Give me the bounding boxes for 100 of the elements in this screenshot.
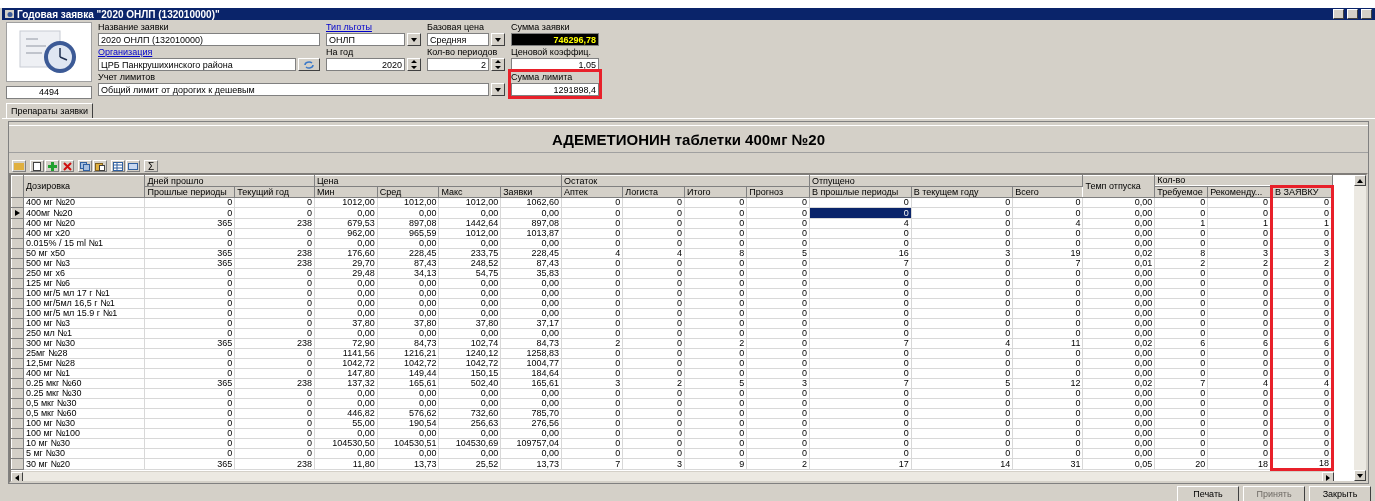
table-cell: 0 [561, 428, 623, 439]
toolbar-button[interactable] [30, 160, 44, 172]
table-cell: 0 [911, 438, 1013, 449]
table-cell: 0 [144, 428, 235, 439]
column-header[interactable]: Итого [684, 186, 747, 198]
row-selector[interactable] [11, 338, 24, 349]
field-link[interactable]: Тип льготы [326, 22, 421, 33]
toolbar-button[interactable] [78, 160, 92, 172]
input-field[interactable]: 2020 [326, 58, 405, 71]
column-header[interactable]: В ЗАЯВКУ [1271, 186, 1333, 198]
input-field[interactable]: 2020 ОНЛП (132010000) [98, 33, 320, 46]
table-cell: 0,00 [377, 398, 439, 409]
row-selector[interactable] [11, 408, 24, 419]
table-cell: 0,00 [1082, 418, 1155, 429]
dropdown-button[interactable] [407, 33, 421, 46]
column-header[interactable]: Требуемое [1154, 186, 1208, 198]
spin-button[interactable] [407, 58, 421, 71]
table-cell: 0 [561, 298, 623, 309]
table-cell: 0,00 [1082, 288, 1155, 299]
row-selector[interactable] [11, 248, 24, 259]
input-field[interactable]: 1291898,4 [511, 83, 599, 96]
row-selector[interactable] [11, 458, 24, 470]
column-header[interactable]: Темп отпуска [1082, 175, 1155, 198]
table-cell: 0 [809, 228, 912, 239]
toolbar-button[interactable] [93, 160, 107, 172]
column-header[interactable]: Прошлые периоды [144, 186, 235, 198]
column-header[interactable]: Прогноз [746, 186, 810, 198]
row-selector[interactable] [11, 388, 24, 399]
row-selector[interactable] [11, 258, 24, 269]
row-selector[interactable] [11, 308, 24, 319]
table-icon [113, 161, 123, 171]
column-header[interactable]: Логиста [622, 186, 685, 198]
table-cell: 0 [1012, 278, 1083, 289]
table-cell: 0,00 [1082, 228, 1155, 239]
row-selector[interactable] [11, 368, 24, 379]
input-field[interactable]: 2 [427, 58, 489, 71]
row-selector[interactable] [11, 318, 24, 329]
tab[interactable]: Препараты заявки [6, 103, 93, 118]
action-button[interactable]: Печать [1177, 486, 1239, 501]
input-field[interactable]: Средняя [427, 33, 489, 46]
table-cell: 7 [1154, 378, 1208, 389]
row-selector[interactable] [11, 418, 24, 429]
row-selector[interactable] [11, 428, 24, 439]
table-cell: 0 [684, 348, 747, 359]
column-header[interactable]: Заявки [500, 186, 562, 198]
sum-button[interactable]: Σ [144, 160, 158, 172]
action-button[interactable]: Закрыть [1309, 486, 1371, 501]
table-cell: 1216,21 [377, 348, 439, 359]
table-cell: 0 [684, 228, 747, 239]
row-pointer[interactable] [11, 207, 24, 219]
table-cell: 7 [561, 458, 623, 470]
row-selector[interactable] [11, 438, 24, 449]
column-header[interactable]: Аптек [561, 186, 623, 198]
column-header[interactable]: Сред [377, 186, 439, 198]
row-selector[interactable] [11, 328, 24, 339]
row-selector[interactable] [11, 268, 24, 279]
toolbar-button[interactable] [111, 160, 125, 172]
row-selector[interactable] [11, 197, 24, 208]
column-header[interactable]: Дозировка [23, 175, 145, 198]
dropdown-button[interactable] [491, 83, 505, 96]
horizontal-scrollbar[interactable] [11, 471, 1334, 481]
field-link[interactable]: Организация [98, 47, 320, 58]
row-selector[interactable] [11, 378, 24, 389]
table-cell: 0 [561, 328, 623, 339]
column-header[interactable]: Рекоменду... [1207, 186, 1272, 198]
lookup-button[interactable] [298, 58, 320, 71]
input-field[interactable]: Общий лимит от дорогих к дешевым [98, 83, 489, 96]
toolbar-button[interactable] [60, 160, 74, 172]
row-selector[interactable] [11, 448, 24, 459]
dropdown-button[interactable] [491, 33, 505, 46]
column-header[interactable]: Всего [1012, 186, 1083, 198]
column-header[interactable]: Мин [314, 186, 378, 198]
row-selector[interactable] [11, 358, 24, 369]
close-button[interactable] [1361, 9, 1372, 19]
maximize-button[interactable] [1347, 9, 1358, 19]
minimize-button[interactable] [1333, 9, 1344, 19]
spin-button[interactable] [491, 58, 505, 71]
input-field[interactable]: ЦРБ Панкрушихинского района [98, 58, 296, 71]
table-cell: 0 [911, 398, 1013, 409]
table-cell: 0 [622, 358, 685, 369]
row-selector[interactable] [11, 348, 24, 359]
row-selector[interactable] [11, 278, 24, 289]
table-cell: 0 [1154, 268, 1208, 279]
toolbar-button[interactable] [126, 160, 140, 172]
table-cell: 0 [622, 298, 685, 309]
table-cell: 1062,60 [500, 197, 562, 208]
column-header[interactable]: Макс [438, 186, 501, 198]
vertical-scrollbar[interactable] [1354, 175, 1366, 481]
column-header[interactable]: Текущий год [234, 186, 315, 198]
column-header[interactable]: В прошлые периоды [809, 186, 912, 198]
row-selector[interactable] [11, 398, 24, 409]
row-selector[interactable] [11, 298, 24, 309]
row-selector[interactable] [11, 228, 24, 239]
row-selector[interactable] [11, 238, 24, 249]
row-selector[interactable] [11, 288, 24, 299]
row-selector[interactable] [11, 218, 24, 229]
table-cell: 0 [234, 308, 315, 319]
input-field[interactable]: ОНЛП [326, 33, 405, 46]
table-cell: 0,00 [438, 428, 501, 439]
column-header[interactable]: В текущем году [911, 186, 1013, 198]
